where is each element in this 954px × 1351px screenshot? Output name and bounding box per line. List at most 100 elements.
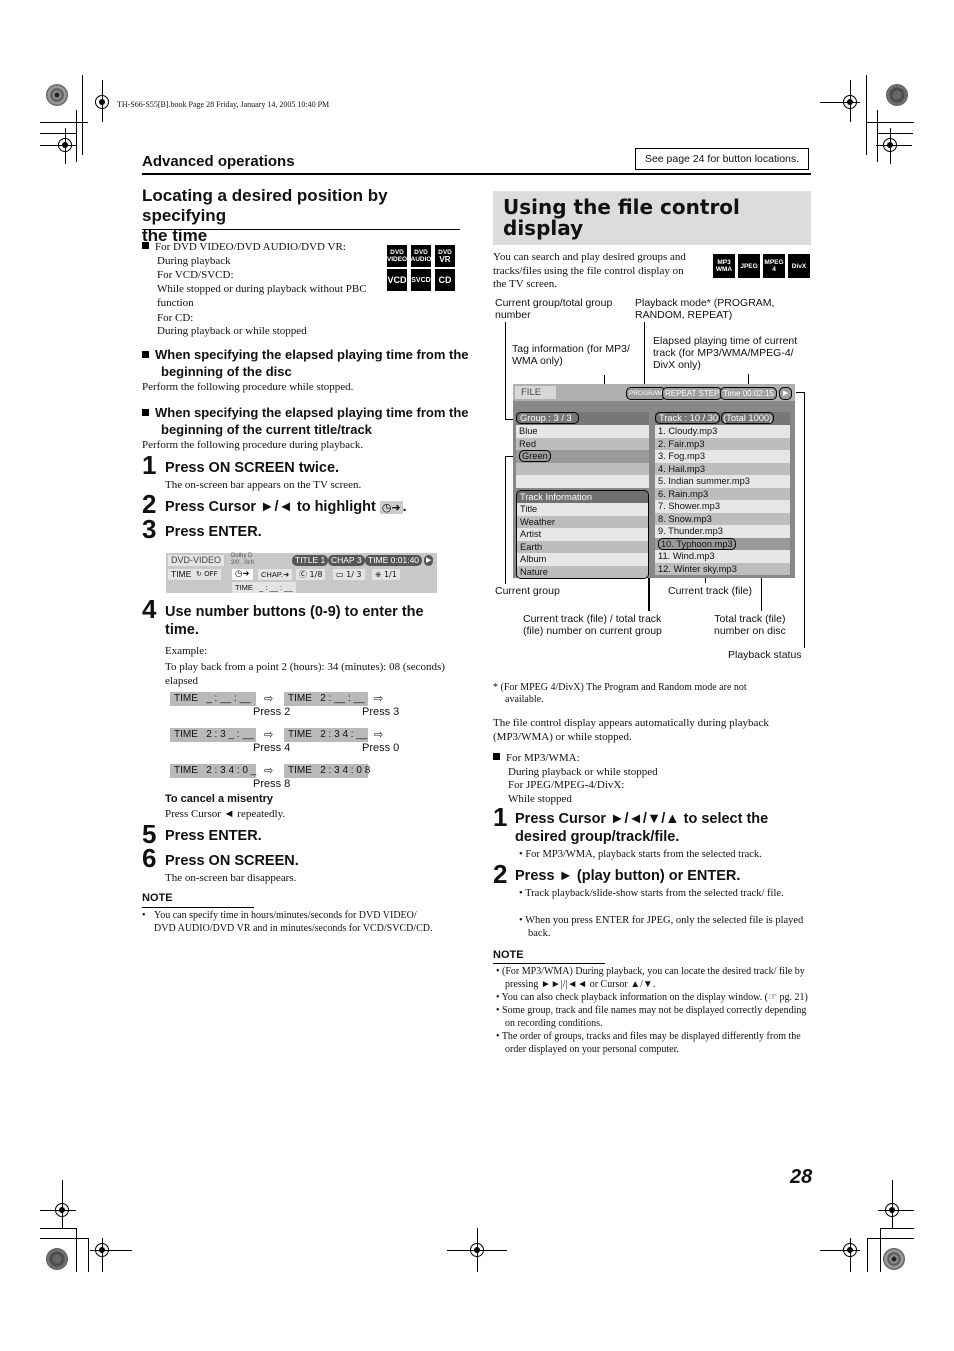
note-item: • Some group, track and file names may n… [496, 1005, 807, 1029]
step-bullet: • When you press ENTER for JPEG, only th… [519, 915, 804, 939]
track-item[interactable]: 6. Rain.mp3 [655, 487, 790, 500]
step-title: Press ON SCREEN twice. [165, 460, 340, 476]
note-heading: NOTE [142, 892, 173, 904]
track-item[interactable]: 7. Shower.mp3 [655, 500, 790, 513]
osd-time-entry[interactable]: TIME _ : __ : __ [232, 582, 296, 593]
example-label: Example: [165, 645, 208, 657]
file-label: FILE [515, 386, 556, 399]
group-item[interactable] [516, 462, 649, 475]
sequence-row: TIME 2 : 3 _ : __ ⇨ TIME 2 : 3 4 : __ ⇨ … [170, 728, 460, 764]
sequence-row: TIME _ : __ : __ ⇨ TIME 2 : __ : __ ⇨ Pr… [170, 692, 460, 728]
track-info-row: Nature [517, 565, 648, 578]
on-screen-bar: DVD-VIDEO Dolby D 2/0 . 0ch TITLE 1 CHAP … [166, 553, 437, 593]
osd-mode: DVD-VIDEO [168, 555, 225, 566]
repeat-mode-indicator: REPEAT STEP [662, 387, 723, 400]
time-search-icon[interactable]: ◷➜ [232, 569, 253, 580]
group-header: Group : 3 / 3 [516, 412, 579, 424]
program-mode-indicator: PROGRAM [626, 387, 666, 400]
track-header: Track : 10 / 30 [655, 412, 721, 424]
arrow-right-icon: ⇨ [374, 692, 384, 705]
square-bullet-icon [493, 753, 500, 760]
callout-group-total: Current group/total group number [495, 297, 613, 321]
step-number: 1 [142, 450, 157, 480]
audio-icon[interactable]: Ⓒ 1/8 [296, 569, 326, 580]
group-item[interactable]: Red [516, 437, 649, 450]
step-number: 4 [142, 594, 157, 624]
badge-mp3-wma: MP3 WMA [712, 254, 735, 278]
play-status-icon: ▶ [779, 387, 793, 400]
track-list: Track : 10 / 30 (Total 1000) 1. Cloudy.mp… [655, 412, 790, 575]
track-item[interactable]: 8. Snow.mp3 [655, 512, 790, 525]
track-item[interactable]: 9. Thunder.mp3 [655, 525, 790, 538]
total-header: (Total 1000) [721, 412, 775, 424]
example-text: To play back from a point 2 (hours): 34 … [165, 661, 445, 687]
track-info-row: Weather [517, 515, 648, 528]
square-bullet-icon [142, 351, 149, 358]
track-item[interactable]: 11. Wind.mp3 [655, 550, 790, 563]
step-desc: The on-screen bar appears on the TV scre… [165, 479, 362, 491]
group-item[interactable]: Blue [516, 425, 649, 438]
play-status-icon: ▶ [424, 555, 434, 566]
badge-dvd-video: DVD VIDEO [385, 245, 407, 267]
step-number: 3 [142, 514, 157, 544]
subheading-title-note: Perform the following procedure during p… [142, 439, 364, 451]
osd-time-label: TIME [168, 569, 195, 580]
track-info-panel: Track Information Title Weather Artist E… [516, 489, 649, 579]
step-title: Press ON SCREEN. [165, 853, 299, 869]
step-title: Press Cursor ►/◄ to highlight ◷➜. [165, 499, 407, 515]
cancel-text: Press Cursor ◄ repeatedly. [165, 808, 286, 820]
callout-playback-mode: Playback mode* (PROGRAM, RANDOM, REPEAT) [635, 297, 775, 321]
color-rosette-icon [886, 84, 908, 106]
note-heading: NOTE [493, 949, 524, 961]
callout-playback-status: Playback status [728, 649, 802, 661]
note-item: • The order of groups, tracks and files … [496, 1031, 801, 1055]
arrow-right-icon: ⇨ [264, 764, 274, 777]
track-item[interactable]: 1. Cloudy.mp3 [655, 425, 790, 438]
note-item: • You can also check playback informatio… [496, 992, 808, 1003]
badge-jpeg: JPEG [737, 254, 760, 278]
group-item-current[interactable]: Green [516, 450, 649, 463]
header-rule [142, 173, 811, 175]
callout-elapsed-time: Elapsed playing time of current track (fo… [653, 335, 798, 371]
group-item[interactable] [516, 475, 649, 488]
track-item[interactable]: 3. Fog.mp3 [655, 450, 790, 463]
step-number: 2 [493, 859, 508, 889]
osd-time: TIME 0:01:40 [365, 555, 423, 566]
track-info-row: Title [517, 503, 648, 516]
track-item[interactable]: 4. Hail.mp3 [655, 462, 790, 475]
elapsed-time-indicator: Time 00:02:15 [720, 387, 777, 400]
arrow-right-icon: ⇨ [264, 692, 274, 705]
track-item[interactable]: 2. Fair.mp3 [655, 437, 790, 450]
angle-icon[interactable]: ⎈ 1/1 [372, 569, 400, 580]
track-item[interactable]: 5. Indian summer.mp3 [655, 475, 790, 488]
footnote: * (For MPEG 4/DivX) The Program and Rand… [493, 682, 747, 705]
color-rosette-icon [46, 84, 68, 106]
file-control-display: FILE PROGRAM REPEAT STEP Time 00:02:15 ▶… [513, 384, 795, 579]
track-info-row: Artist [517, 528, 648, 541]
see-page-box: See page 24 for button locations. [635, 148, 809, 170]
track-item[interactable]: 12. Winter sky.mp3 [655, 562, 790, 575]
step-number: 1 [493, 802, 508, 832]
badge-vcd: VCD [385, 269, 407, 291]
osd-title: TITLE 1 [292, 555, 329, 566]
subheading-disc-note: Perform the following procedure while st… [142, 381, 354, 393]
subheading-title: When specifying the elapsed playing time… [142, 404, 472, 438]
repeat-icon[interactable]: ↻ OFF [193, 569, 221, 580]
page-number: 28 [790, 1166, 813, 1188]
disc-conditions: For DVD VIDEO/DVD AUDIO/DVD VR: During p… [142, 241, 382, 339]
subtitle-icon[interactable]: ▭ 1/ 3 [333, 569, 365, 580]
track-item-current[interactable]: 10. Typhoon.mp3 [655, 537, 790, 550]
section-label: Advanced operations [142, 153, 295, 170]
disc-type-badges: DVD VIDEO DVD AUDIO DVD VR VCD SVCD CD [385, 245, 455, 291]
file-conditions: For MP3/WMA: During playback or while st… [493, 752, 811, 806]
callout-current-track: Current track (file) [668, 585, 753, 597]
badge-cd: CD [433, 269, 455, 291]
subheading-disc: When specifying the elapsed playing time… [142, 346, 472, 380]
note-item: • (For MP3/WMA) During playback, you can… [496, 966, 805, 990]
step-title: Press ENTER. [165, 524, 262, 540]
chapter-search-icon[interactable]: CHAP.➜ [258, 569, 293, 580]
format-badges: MP3 WMA JPEG MPEG 4 DivX [712, 254, 810, 278]
left-title: Locating a desired position by specifyin… [142, 186, 388, 245]
right-intro: You can search and play desired groups a… [493, 251, 686, 290]
time-search-icon: ◷➜ [379, 501, 403, 514]
